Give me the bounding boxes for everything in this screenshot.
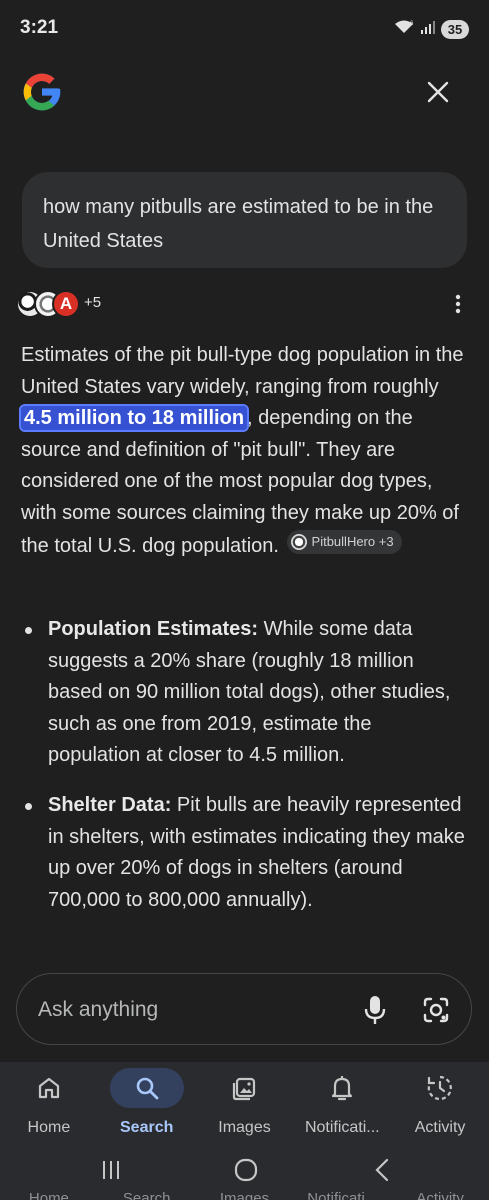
answer-intro-before: Estimates of the pit bull-type dog popul… <box>21 344 464 398</box>
nav-images[interactable]: Images <box>196 1062 294 1146</box>
ghost-label: Activity <box>416 1190 464 1200</box>
top-bar <box>0 60 489 124</box>
nav-label: Home <box>27 1119 71 1136</box>
ghost-label: Search <box>122 1190 171 1200</box>
wifi-icon: 6 <box>393 19 415 40</box>
nav-activity-icon-wrap[interactable] <box>403 1068 477 1108</box>
bottom-nav: Home Search Images Notificati... Activit… <box>0 1062 489 1146</box>
ask-input[interactable] <box>38 994 338 1026</box>
ghost-label: Home <box>28 1190 69 1200</box>
wifi-label: 6 <box>410 21 414 27</box>
back-button[interactable] <box>366 1156 398 1184</box>
nav-label: Activity <box>414 1119 466 1136</box>
battery-icon: 35 <box>441 19 469 39</box>
nav-notifications[interactable]: Notificati... <box>293 1062 391 1146</box>
bullet-text: While some data suggests a 20% share (ro… <box>48 618 451 767</box>
ask-bar <box>16 973 472 1045</box>
bullet-title: Population Estimates: <box>48 618 259 640</box>
source-avatar-a-icon[interactable]: A <box>52 290 80 318</box>
sources-extra-count[interactable]: +5 <box>84 294 101 311</box>
bullet-dot-icon <box>25 802 32 810</box>
home-icon <box>38 1077 59 1099</box>
citation-chip-label: PitbullHero +3 <box>311 533 394 549</box>
mic-icon <box>364 996 386 1024</box>
nav-notifications-icon-wrap[interactable] <box>305 1068 379 1108</box>
close-button[interactable] <box>418 72 458 112</box>
nav-search[interactable]: Search <box>98 1062 196 1146</box>
lens-camera-icon <box>423 997 449 1023</box>
images-icon <box>233 1077 256 1101</box>
status-bar: 3:21 6 35 <box>0 0 489 58</box>
user-query-bubble: how many pitbulls are estimated to be in… <box>22 172 467 268</box>
bullet-dot-icon <box>25 627 32 634</box>
recent-apps-button[interactable] <box>95 1156 127 1184</box>
search-icon <box>136 1077 159 1100</box>
system-nav-bar: Home Search Images Notificati... Activit… <box>0 1146 489 1200</box>
nav-search-icon-wrap[interactable] <box>109 1068 184 1108</box>
citation-avatar-icon <box>290 533 307 550</box>
lens-search-button[interactable] <box>418 992 454 1028</box>
ghost-label: Images <box>219 1190 270 1200</box>
nav-label: Notificati... <box>304 1119 380 1136</box>
home-system-button[interactable] <box>230 1156 262 1184</box>
activity-icon <box>427 1075 452 1101</box>
status-icons: 6 35 <box>393 19 469 40</box>
list-item: Shelter Data: Pit bulls are heavily repr… <box>21 790 466 916</box>
nav-label: Search <box>120 1119 174 1136</box>
nav-home-icon-wrap[interactable] <box>12 1068 86 1108</box>
nav-activity[interactable]: Activity <box>391 1062 489 1146</box>
list-item: Population Estimates: While some data su… <box>21 614 466 772</box>
recent-apps-icon <box>103 1161 119 1179</box>
bell-icon <box>332 1076 353 1101</box>
google-g-logo-icon[interactable] <box>20 70 64 114</box>
sources-row[interactable]: A +5 <box>16 288 476 320</box>
nav-images-icon-wrap[interactable] <box>207 1068 281 1108</box>
answer-highlight[interactable]: 4.5 million to 18 million <box>18 404 250 433</box>
voice-search-button[interactable] <box>357 992 393 1028</box>
nav-home[interactable]: Home <box>0 1062 98 1146</box>
more-options-button[interactable] <box>444 290 472 318</box>
more-vert-icon <box>455 294 461 314</box>
nav-label: Images <box>218 1119 271 1136</box>
bullet-title: Shelter Data: <box>48 793 172 816</box>
back-chevron-icon <box>375 1158 389 1182</box>
status-time: 3:21 <box>20 17 59 38</box>
ghost-label: Notificati... <box>307 1190 378 1200</box>
citation-chip[interactable]: PitbullHero +3 <box>286 529 402 554</box>
ai-answer: Estimates of the pit bull-type dog popul… <box>18 340 466 562</box>
signal-icon <box>421 20 435 39</box>
home-circle-icon <box>234 1158 258 1182</box>
ghost-nav-labels: Home Search Images Notificati... Activit… <box>0 1190 489 1200</box>
answer-bullets: Population Estimates: While some data su… <box>21 614 466 934</box>
close-icon <box>427 81 449 103</box>
